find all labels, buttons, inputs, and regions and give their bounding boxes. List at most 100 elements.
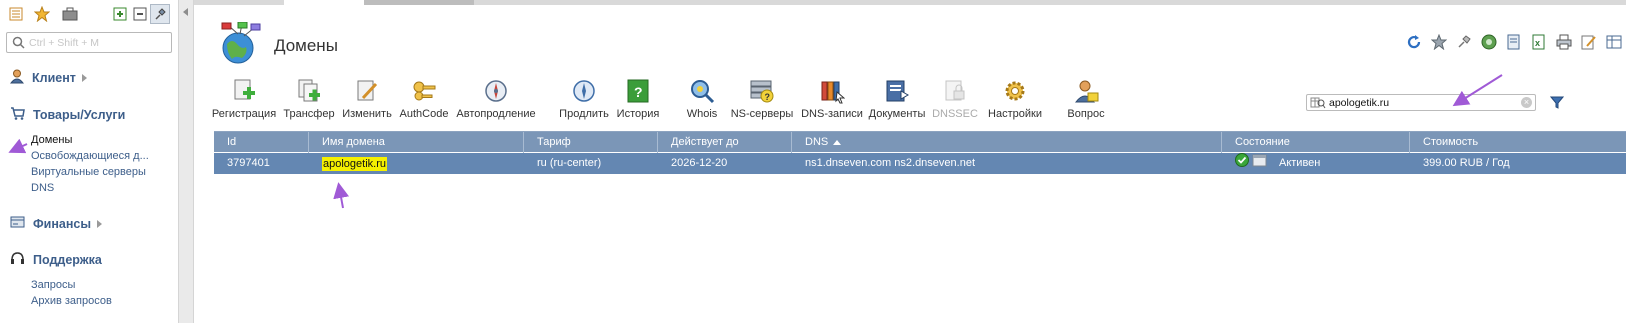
calendar-icon — [1252, 153, 1267, 175]
pin-icon[interactable] — [1451, 32, 1476, 52]
compass-icon — [485, 80, 507, 102]
sidebar-item-virtual-servers[interactable]: Виртуальные серверы — [31, 166, 146, 178]
svg-text:?: ? — [765, 92, 771, 102]
dnssec-button[interactable]: DNSSEC — [932, 78, 978, 120]
edit-button[interactable]: Изменить — [341, 78, 393, 120]
status-ok-icon — [1235, 152, 1249, 175]
edit-icon[interactable] — [1576, 32, 1601, 52]
domains-table: Id Имя домена Тариф Действует до DNS Сос… — [214, 131, 1626, 174]
transfer-icon — [298, 79, 320, 102]
dnssec-icon — [945, 80, 965, 101]
sidebar-toolbar — [6, 4, 172, 24]
documents-button[interactable]: Документы — [869, 78, 925, 120]
right-toolbar: x — [1401, 32, 1626, 52]
sidebar-group-label: Клиент — [32, 71, 76, 85]
chevron-right-icon — [97, 219, 103, 228]
sidebar-splitter[interactable] — [178, 0, 194, 323]
domain-name-highlight: apologetik.ru — [322, 156, 387, 171]
quick-filter-value: apologetik.ru — [1329, 97, 1390, 109]
collapse-sidebar-icon[interactable] — [183, 8, 188, 16]
edit-doc-icon — [357, 80, 378, 101]
star-icon[interactable] — [1426, 32, 1451, 52]
sidebar-search-input[interactable]: Ctrl + Shift + M — [6, 32, 172, 53]
column-header-domain[interactable]: Имя домена — [309, 132, 524, 153]
question-button[interactable]: Вопрос — [1066, 78, 1106, 120]
sidebar-group-label: Поддержка — [33, 253, 102, 267]
globe-icon — [218, 21, 262, 69]
cell-dns: ns1.dnseven.com ns2.dnseven.net — [805, 157, 976, 169]
column-header-state[interactable]: Состояние — [1222, 132, 1410, 153]
whois-button[interactable]: Whois — [684, 78, 720, 120]
print-icon[interactable] — [1551, 32, 1576, 52]
clear-filter-icon[interactable]: × — [1521, 97, 1532, 108]
cell-state: Активен — [1222, 152, 1410, 175]
collapse-all-icon[interactable] — [130, 4, 150, 24]
excel-icon[interactable]: x — [1526, 32, 1551, 52]
svg-text:x: x — [1535, 38, 1540, 48]
table-filter-icon — [1310, 97, 1326, 112]
dashboard-icon[interactable] — [1476, 32, 1501, 52]
authcode-button[interactable]: AuthCode — [400, 78, 448, 120]
svg-text:?: ? — [634, 84, 643, 100]
tab-active[interactable] — [284, 0, 364, 5]
cart-icon — [10, 106, 25, 123]
sidebar-group-products[interactable]: Товары/Услуги — [10, 106, 125, 123]
history-icon: ? — [627, 79, 649, 103]
expand-all-icon[interactable] — [110, 4, 130, 24]
autorenew-button[interactable]: Автопродление — [456, 78, 536, 120]
sidebar-item-expiring-domains[interactable]: Освобождающиеся д... — [31, 150, 149, 162]
sidebar-item-requests[interactable]: Запросы — [31, 279, 75, 291]
cell-id: 3797401 — [227, 157, 270, 169]
column-header-valid-until[interactable]: Действует до — [658, 132, 792, 153]
dns-records-button[interactable]: DNS-записи — [800, 78, 864, 120]
sidebar-group-label: Финансы — [33, 216, 92, 231]
column-header-dns[interactable]: DNS — [792, 132, 1222, 153]
column-header-dns-label: DNS — [805, 136, 829, 148]
main-panel: Домены x Регистрация Трансфер Изменить A… — [194, 0, 1626, 323]
sort-ascending-icon — [833, 139, 842, 145]
sidebar-group-finance[interactable]: Финансы — [10, 215, 103, 232]
chevron-right-icon — [81, 74, 87, 82]
pin-icon[interactable] — [150, 4, 170, 24]
cell-tariff: ru (ru-center) — [537, 157, 602, 169]
cell-domain: apologetik.ru — [309, 153, 524, 174]
ns-servers-icon: ? — [750, 80, 774, 103]
sidebar-group-client[interactable]: Клиент — [9, 69, 87, 87]
sidebar: Ctrl + Shift + M Клиент Товары/Услуги До… — [0, 0, 178, 323]
funnel-filter-icon[interactable] — [1549, 95, 1565, 112]
transfer-button[interactable]: Трансфер — [283, 78, 335, 120]
sidebar-item-domains[interactable]: Домены — [31, 134, 72, 146]
whois-magnifier-icon — [691, 80, 715, 104]
column-header-cost[interactable]: Стоимость — [1410, 132, 1626, 153]
register-icon — [234, 79, 255, 100]
sidebar-item-dns[interactable]: DNS — [31, 182, 54, 194]
page-header: Домены — [218, 21, 338, 69]
column-header-tariff[interactable]: Тариф — [524, 132, 658, 153]
sidebar-item-request-archive[interactable]: Архив запросов — [31, 295, 112, 307]
sidebar-group-support[interactable]: Поддержка — [10, 251, 102, 269]
cell-valid-until: 2026-12-20 — [671, 157, 728, 169]
renew-button[interactable]: Продлить — [558, 78, 610, 120]
finance-icon — [10, 215, 25, 232]
briefcase-icon[interactable] — [60, 4, 80, 24]
list-icon[interactable] — [6, 4, 26, 24]
export-icon[interactable] — [1501, 32, 1526, 52]
renew-compass-icon — [573, 80, 595, 102]
quick-filter-input[interactable]: apologetik.ru × — [1306, 94, 1536, 111]
sidebar-search-placeholder: Ctrl + Shift + M — [29, 37, 100, 49]
ns-servers-button[interactable]: ? NS-серверы — [730, 78, 794, 120]
settings-button[interactable]: Настройки — [987, 78, 1043, 120]
documents-icon — [886, 80, 910, 102]
cell-cost: 399.00 RUB / Год — [1423, 157, 1510, 169]
status-text: Активен — [1279, 157, 1321, 169]
column-header-id[interactable]: Id — [214, 132, 309, 153]
top-tab-strip — [194, 0, 1626, 5]
table-row[interactable]: 3797401 apologetik.ru ru (ru-center) 202… — [214, 152, 1626, 175]
tab-inactive[interactable] — [364, 0, 474, 5]
history-button[interactable]: ? История — [616, 78, 660, 120]
table-settings-icon[interactable] — [1601, 32, 1626, 52]
refresh-icon[interactable] — [1401, 32, 1426, 52]
gear-icon — [1005, 81, 1025, 101]
favorites-star-icon[interactable] — [32, 4, 52, 24]
register-button[interactable]: Регистрация — [212, 78, 276, 120]
